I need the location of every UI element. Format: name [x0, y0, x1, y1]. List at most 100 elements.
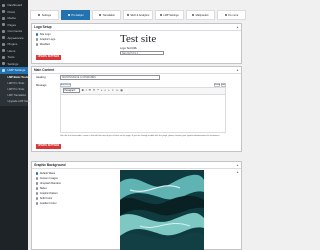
bullet-list-icon[interactable]: ☰: [89, 89, 91, 92]
message-editor[interactable]: Paragraph B I ☰ ☷ ❝ ≡ ≡ ≡ ⚭ ▭ ▦: [60, 87, 226, 133]
tab-item[interactable]: Settings: [30, 10, 60, 20]
tab-icon: [38, 13, 41, 17]
collapse-icon[interactable]: ▲: [236, 170, 239, 174]
logo-type-options: Site Logo Graphic Logo Disabled: [36, 32, 55, 47]
sidebar-item-label: Pages: [7, 22, 17, 27]
tab-item[interactable]: SEO & Analytics: [123, 10, 153, 20]
radio-label: Solid Color: [39, 197, 53, 200]
collapse-icon[interactable]: ▲: [236, 163, 239, 167]
radio-label: Gradient Color: [39, 202, 57, 205]
radio-label: Unsplash Random: [39, 182, 62, 185]
numbered-list-icon[interactable]: ☷: [93, 89, 95, 92]
blockquote-icon[interactable]: ❝: [97, 89, 98, 92]
brush-icon: [2, 36, 5, 40]
sidebar-item-label: Dashboard: [7, 3, 23, 8]
graphic-background-panel: Graphic Background ▲ Default Wave Custom …: [31, 161, 242, 250]
radio-button[interactable]: [36, 182, 39, 185]
logo-text-input[interactable]: http://127.0.0.1: [120, 51, 164, 55]
collapse-icon[interactable]: ▲: [236, 25, 239, 29]
wrench-icon: [2, 55, 5, 59]
more-tag-icon[interactable]: ▭: [116, 89, 118, 92]
dashboard-icon: [2, 3, 5, 7]
admin-sidebar: Dashboard Posts Media Pages Comments Appearan…: [0, 0, 33, 250]
radio-label: Graphic Logo: [39, 38, 56, 41]
tab-item[interactable]: LMP Settings: [154, 10, 184, 20]
radio-button[interactable]: [36, 187, 39, 190]
sidebar-item-label: Posts: [7, 9, 16, 14]
sidebar-item-label: Users: [7, 48, 16, 53]
radio-button[interactable]: [36, 197, 39, 200]
tab-label: Translation: [102, 13, 116, 17]
settings-tabs: Settings Pro Helper Translation SEO & Analy…: [30, 10, 246, 20]
toolbar-toggle-icon[interactable]: ▦: [120, 89, 122, 92]
radio-button[interactable]: [36, 38, 39, 41]
radio-label: Disabled: [39, 43, 50, 46]
wave-preview-image: [120, 170, 204, 250]
panel-title: Graphic Background: [34, 162, 66, 167]
update-settings-button[interactable]: UPDATE SETTINGS: [36, 55, 61, 60]
tab-label: Fix more: [228, 13, 239, 17]
collapse-icon[interactable]: ▲: [236, 68, 239, 72]
tab-item[interactable]: Mailpoetics: [185, 10, 215, 20]
media-icon: [2, 16, 5, 20]
link-icon[interactable]: ⚭: [112, 89, 114, 92]
sidebar-item-label: LMP Settings: [7, 68, 26, 73]
background-type-options: Default Wave Custom Images Unsplash Random…: [36, 171, 61, 206]
sidebar-item-label: Tools: [7, 55, 15, 60]
panel-title: Main Content: [34, 67, 55, 72]
tab-icon: [98, 13, 102, 17]
logo-text-label: Logo Text/URL: [120, 47, 138, 50]
tab-icon: [191, 13, 195, 17]
radio-button[interactable]: [36, 43, 39, 46]
submenu-item[interactable]: Upgrade LMP Setting: [0, 99, 33, 105]
message-label: Message: [36, 84, 47, 87]
radio-option[interactable]: Disabled: [36, 42, 55, 47]
wave-graphic: [120, 170, 204, 250]
sidebar-item-label: Appearance: [7, 35, 24, 40]
tab-item[interactable]: Fix more: [216, 10, 246, 20]
tab-item[interactable]: Pro Helper: [61, 10, 91, 20]
bold-icon[interactable]: B: [82, 89, 84, 92]
italic-icon[interactable]: I: [86, 89, 87, 92]
lock-icon: [2, 68, 5, 72]
logo-setup-panel: Logo Setup ▲ Site Logo Graphic Logo Disabl…: [31, 23, 242, 64]
align-center-icon[interactable]: ≡: [105, 89, 106, 92]
align-left-icon[interactable]: ≡: [101, 89, 102, 92]
main-content-panel: Main Content ▲ Heading MAINTENANCE & UPG…: [31, 66, 242, 152]
radio-button[interactable]: [36, 177, 39, 180]
tab-icon: [159, 13, 162, 17]
radio-button[interactable]: [36, 172, 39, 175]
editor-toolbar: Paragraph B I ☰ ☷ ❝ ≡ ≡ ≡ ⚭ ▭ ▦: [61, 88, 225, 95]
radio-label: Slides: [39, 187, 47, 190]
pages-icon: [2, 23, 5, 27]
tab-label: Pro Helper: [71, 13, 84, 17]
heading-input[interactable]: MAINTENANCE & UPGRADES: [60, 75, 160, 80]
radio-label: Custom Images: [39, 177, 58, 180]
radio-label: Default Wave: [39, 172, 56, 175]
sidebar-item-label: Media: [7, 16, 16, 21]
sidebar-item-label: Settings: [7, 61, 19, 66]
update-settings-button[interactable]: UPDATE SETTINGS: [36, 144, 61, 149]
tab-icon: [224, 13, 227, 17]
tab-icon: [126, 13, 130, 17]
format-select[interactable]: Paragraph: [62, 88, 80, 94]
pin-icon: [2, 10, 5, 14]
radio-button[interactable]: [36, 33, 39, 36]
radio-button[interactable]: [36, 202, 39, 205]
tab-icon: [67, 13, 71, 17]
sidebar-item-label: Plugins: [7, 42, 18, 47]
users-icon: [2, 49, 5, 53]
sidebar-item-label: Comments: [7, 29, 23, 34]
radio-label: Site Logo: [39, 33, 51, 36]
logo-preview: Test site: [120, 33, 157, 45]
radio-button[interactable]: [36, 192, 39, 195]
tab-label: SEO & Analytics: [130, 13, 150, 17]
radio-label: Graphic Pattern: [39, 192, 58, 195]
settings-icon: [2, 62, 5, 66]
plugin-icon: [2, 42, 5, 46]
message-help-text: Use the link shortcodes, create a link w…: [60, 135, 220, 137]
tab-item[interactable]: Translation: [92, 10, 122, 20]
add-media-button[interactable]: Add Media: [60, 82, 71, 87]
radio-option[interactable]: Gradient Color: [36, 201, 61, 206]
align-right-icon[interactable]: ≡: [108, 89, 109, 92]
